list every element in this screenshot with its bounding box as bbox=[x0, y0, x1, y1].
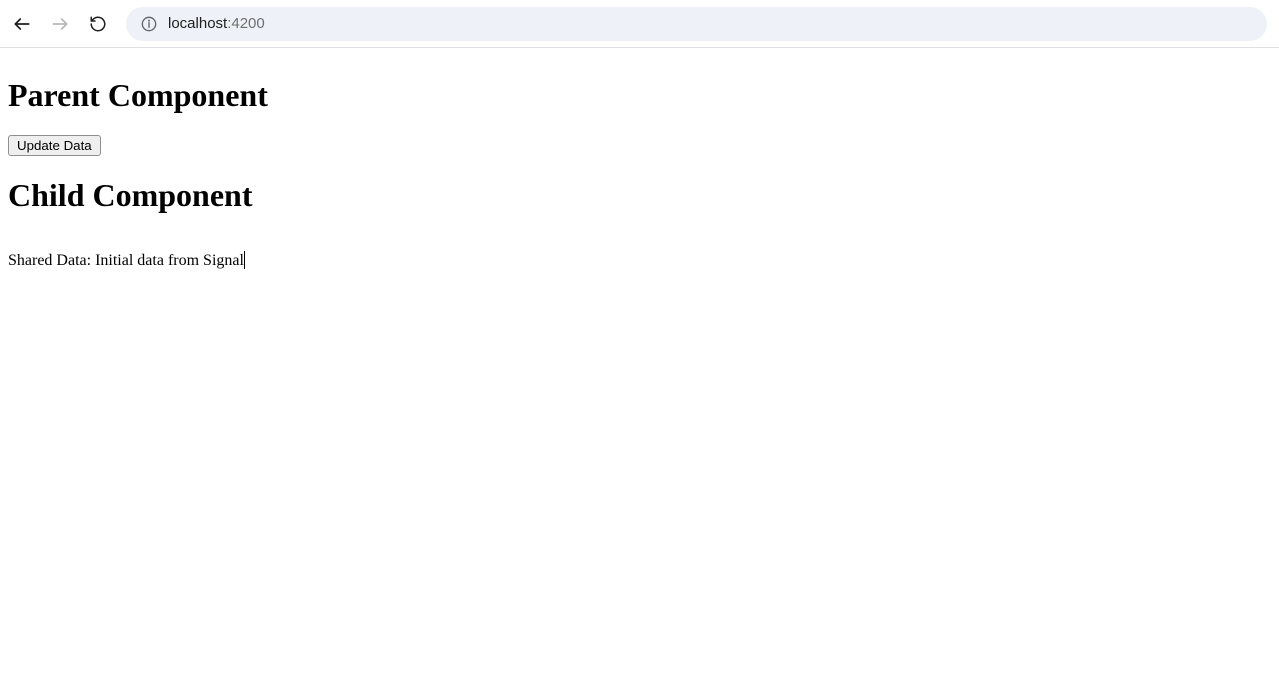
browser-toolbar: localhost:4200 bbox=[0, 0, 1279, 48]
back-button[interactable] bbox=[12, 14, 32, 34]
shared-data-text: Shared Data: Initial data from Signal bbox=[8, 251, 245, 270]
site-info-button[interactable] bbox=[140, 15, 158, 33]
url-port: :4200 bbox=[227, 15, 265, 32]
shared-data-value: Shared Data: Initial data from Signal bbox=[8, 252, 244, 269]
update-data-button[interactable]: Update Data bbox=[8, 135, 101, 156]
address-bar[interactable]: localhost:4200 bbox=[126, 7, 1267, 41]
url-host: localhost bbox=[168, 15, 227, 32]
child-heading: Child Component bbox=[8, 177, 1271, 214]
parent-heading: Parent Component bbox=[8, 77, 1271, 114]
arrow-right-icon bbox=[50, 14, 70, 34]
page-content: Parent Component Update Data Child Compo… bbox=[0, 48, 1279, 294]
arrow-left-icon bbox=[12, 14, 32, 34]
nav-button-group bbox=[12, 14, 108, 34]
text-cursor bbox=[244, 251, 245, 269]
reload-icon bbox=[89, 15, 107, 33]
reload-button[interactable] bbox=[88, 14, 108, 34]
url-text: localhost:4200 bbox=[168, 15, 265, 32]
forward-button[interactable] bbox=[50, 14, 70, 34]
info-icon bbox=[141, 16, 157, 32]
